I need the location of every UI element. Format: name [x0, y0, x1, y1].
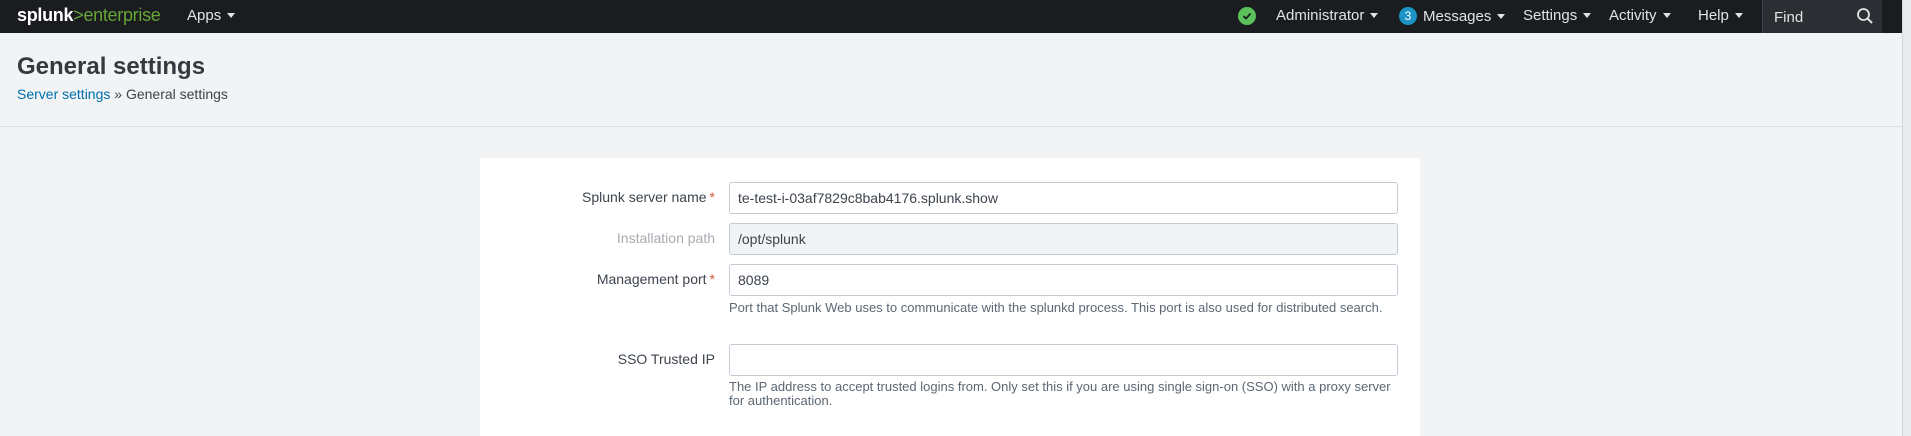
server-name-input[interactable]	[729, 182, 1398, 214]
find-input[interactable]	[1774, 6, 1854, 28]
management-port-label: Management port *	[480, 271, 715, 287]
server-name-label-text: Splunk server name	[582, 189, 707, 205]
help-menu-label: Help	[1698, 7, 1729, 24]
logo-splunk-text: splunk	[17, 5, 74, 25]
page-header: General settings Server settings » Gener…	[0, 33, 1902, 127]
sso-trusted-ip-label: SSO Trusted IP	[480, 351, 715, 367]
logo-gt-text: >	[73, 5, 84, 25]
chevron-down-icon	[1497, 13, 1506, 19]
chevron-down-icon	[1583, 13, 1592, 18]
sso-trusted-ip-help: The IP address to accept trusted logins …	[729, 379, 1391, 408]
installation-path-label: Installation path	[480, 230, 715, 246]
activity-menu[interactable]: Activity	[1609, 7, 1671, 24]
installation-path-label-text: Installation path	[616, 230, 715, 246]
apps-menu-label: Apps	[187, 7, 222, 24]
messages-count-badge: 3	[1399, 7, 1417, 25]
activity-menu-label: Activity	[1609, 7, 1657, 24]
find-box	[1762, 0, 1882, 33]
sso-trusted-ip-input[interactable]	[729, 344, 1398, 376]
splunk-logo[interactable]: splunk>enterprise	[17, 5, 161, 26]
management-port-label-text: Management port	[596, 271, 707, 287]
messages-menu-label: Messages	[1423, 7, 1492, 25]
top-navigation-bar: splunk>enterprise Apps Administrator 3 Me…	[0, 0, 1902, 33]
administrator-menu-label: Administrator	[1276, 7, 1365, 24]
help-menu[interactable]: Help	[1698, 7, 1743, 24]
breadcrumb-separator: »	[110, 86, 126, 102]
breadcrumb-server-settings-link[interactable]: Server settings	[17, 86, 110, 102]
breadcrumb-current: General settings	[125, 86, 228, 102]
chevron-down-icon	[1662, 13, 1671, 18]
settings-form-panel: Splunk server name* Installation path Ma…	[480, 158, 1420, 436]
apps-menu[interactable]: Apps	[187, 7, 236, 24]
messages-menu[interactable]: 3 Messages	[1399, 7, 1506, 25]
chevron-down-icon	[1370, 13, 1379, 18]
installation-path-input	[729, 223, 1398, 255]
logo-enterprise-text: enterprise	[83, 5, 161, 25]
required-marker: *	[709, 271, 715, 287]
server-name-label: Splunk server name *	[480, 189, 715, 205]
settings-menu-label: Settings	[1523, 7, 1578, 24]
health-status-icon[interactable]	[1238, 7, 1256, 25]
management-port-help: Port that Splunk Web uses to communicate…	[729, 300, 1383, 315]
breadcrumb: Server settings » General settings	[17, 86, 228, 102]
search-icon[interactable]	[1856, 7, 1874, 30]
chevron-down-icon	[227, 13, 236, 18]
settings-menu[interactable]: Settings	[1523, 7, 1592, 24]
page-title: General settings	[17, 53, 206, 80]
chevron-down-icon	[1734, 13, 1743, 18]
sso-trusted-ip-label-text: SSO Trusted IP	[617, 351, 715, 367]
required-marker: *	[709, 189, 715, 205]
administrator-menu[interactable]: Administrator	[1276, 7, 1379, 24]
management-port-input[interactable]	[729, 264, 1398, 296]
page-scrollbar[interactable]	[1902, 0, 1911, 436]
